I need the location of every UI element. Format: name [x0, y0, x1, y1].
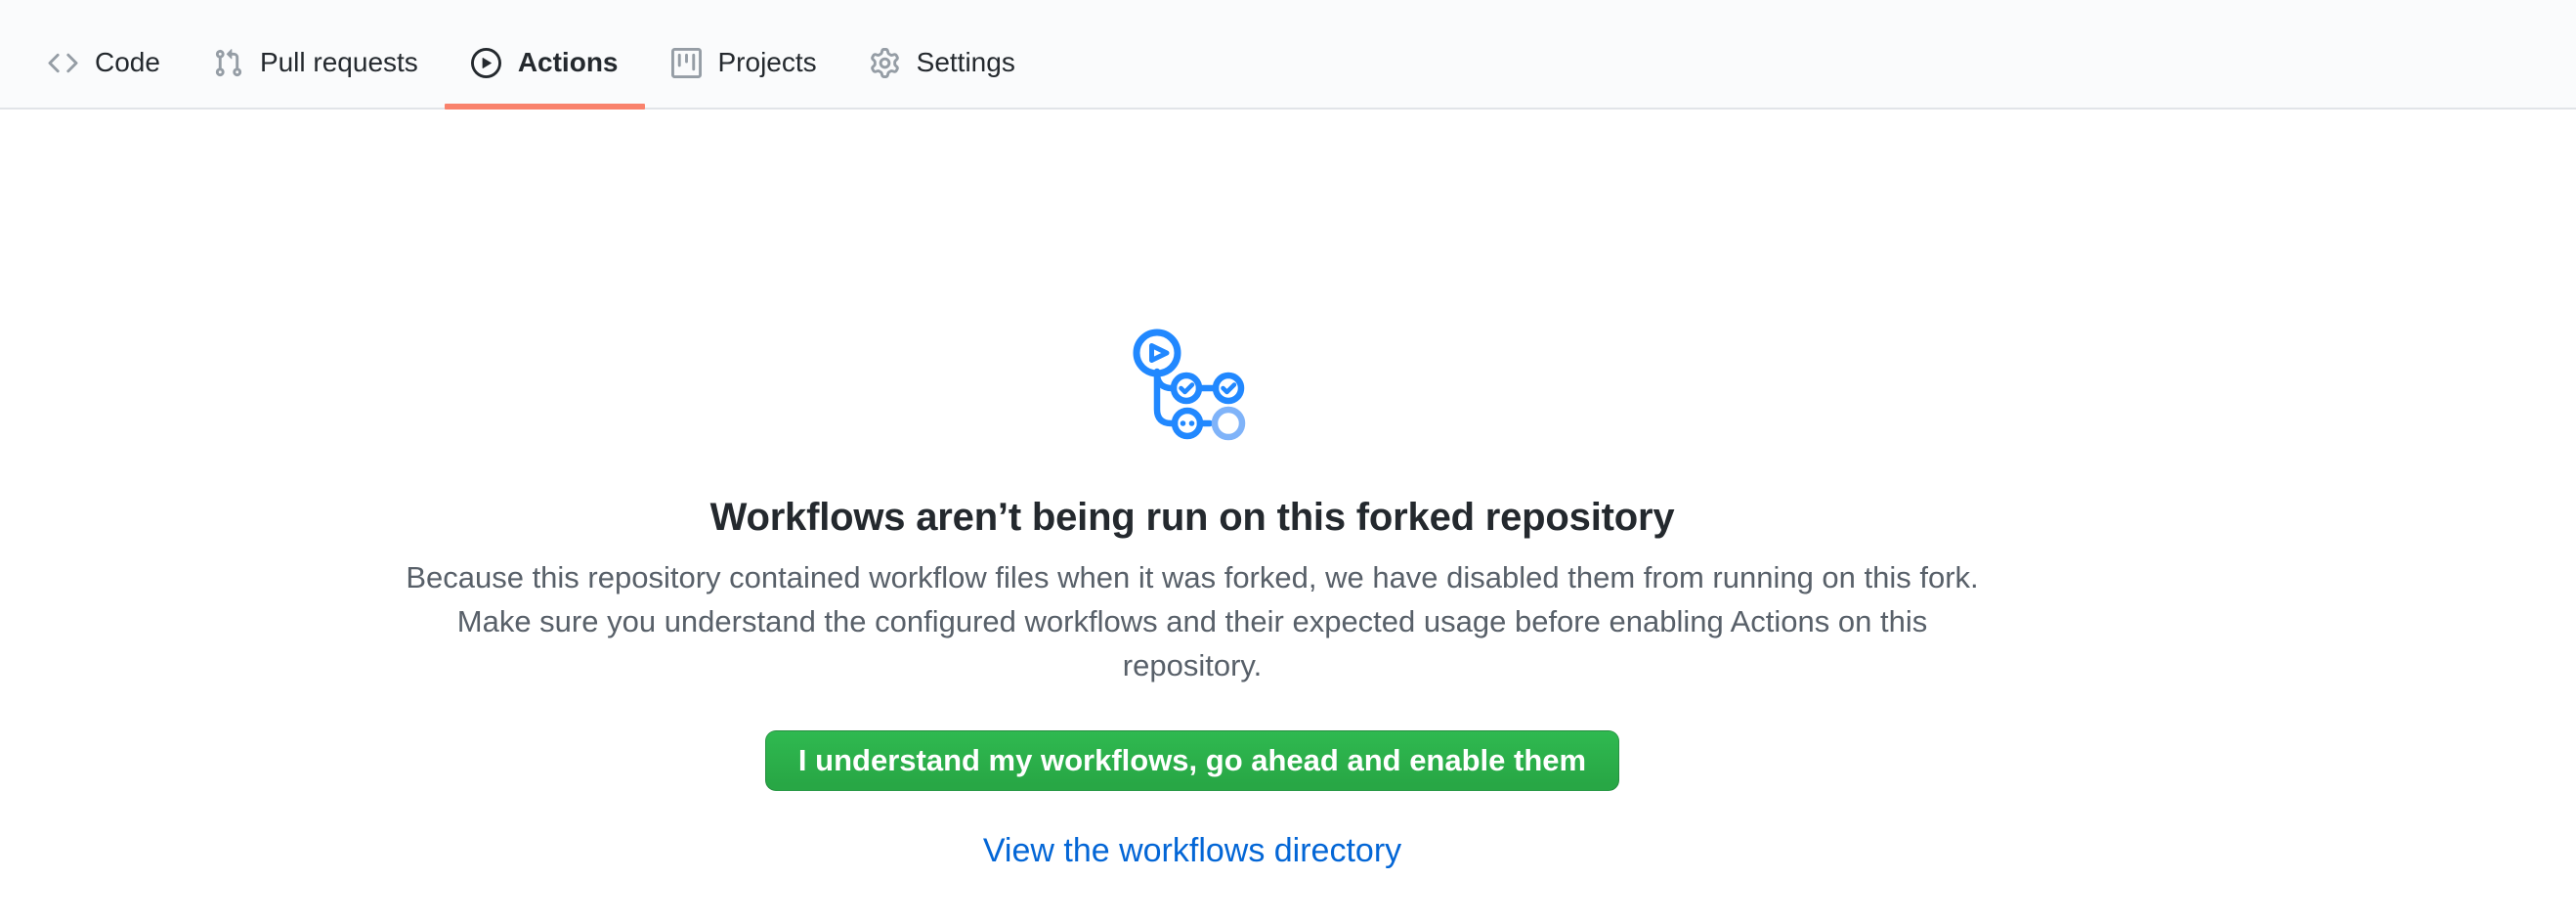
tab-pull-requests[interactable]: Pull requests — [187, 18, 445, 108]
enable-workflows-button[interactable]: I understand my workflows, go ahead and … — [765, 730, 1619, 791]
repo-tab-nav: Code Pull requests Actions Projects Sett… — [0, 0, 2576, 110]
gear-icon — [870, 48, 900, 78]
tab-projects[interactable]: Projects — [645, 18, 843, 108]
git-pull-request-icon — [213, 48, 243, 78]
workflow-graph-icon — [1133, 327, 1252, 448]
project-board-icon — [671, 48, 702, 78]
blankslate-container: Workflows aren’t being run on this forke… — [381, 110, 2003, 870]
play-circle-icon — [471, 48, 501, 78]
workflows-link-row: View the workflows directory — [381, 832, 2003, 870]
tab-code[interactable]: Code — [21, 18, 187, 108]
empty-state-description: Because this repository contained workfl… — [406, 555, 1979, 687]
tab-code-label: Code — [95, 49, 160, 76]
tab-projects-label: Projects — [718, 49, 817, 76]
page-title: Workflows aren’t being run on this forke… — [381, 496, 2003, 540]
tab-actions[interactable]: Actions — [445, 18, 645, 108]
tab-settings-label: Settings — [917, 49, 1015, 76]
actions-empty-state: Workflows aren’t being run on this forke… — [0, 110, 2576, 923]
view-workflows-directory-link[interactable]: View the workflows directory — [983, 832, 1401, 869]
tab-settings[interactable]: Settings — [843, 18, 1042, 108]
tab-pull-requests-label: Pull requests — [260, 49, 418, 76]
enable-button-row: I understand my workflows, go ahead and … — [381, 687, 2003, 791]
tab-actions-label: Actions — [518, 49, 619, 76]
code-icon — [48, 48, 78, 78]
